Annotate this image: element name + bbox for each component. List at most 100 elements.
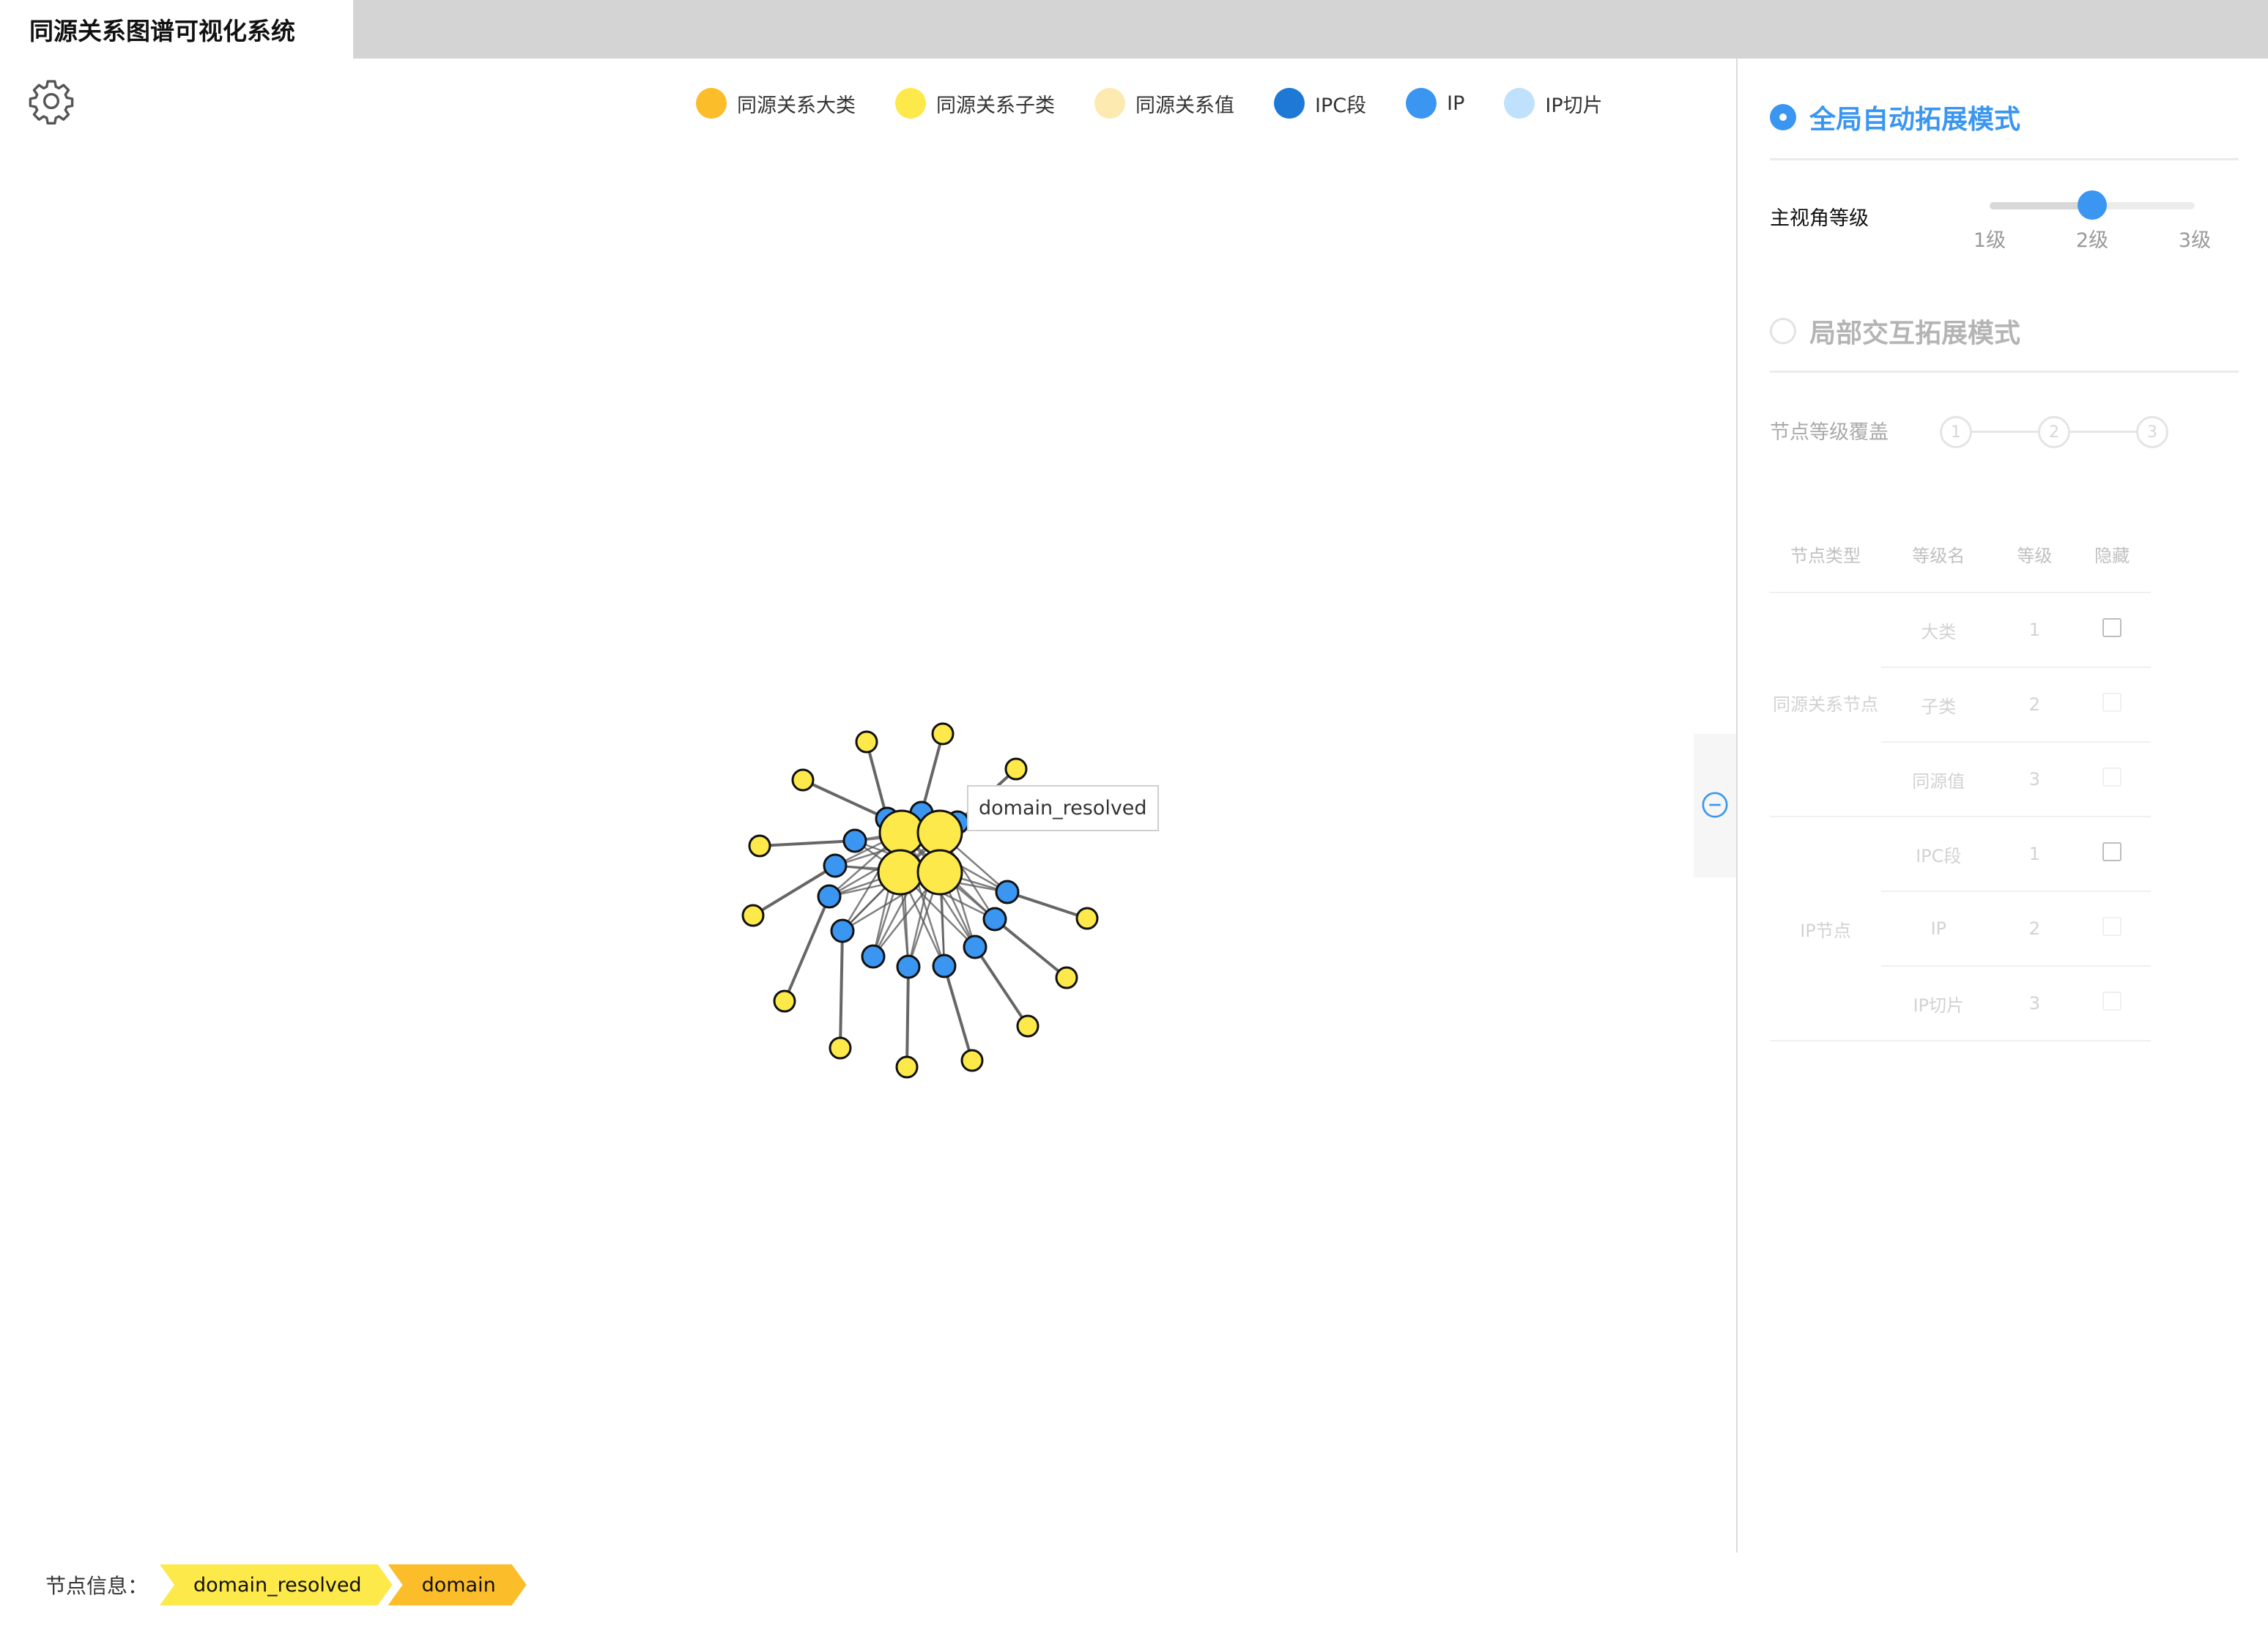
hide-cell — [2073, 592, 2151, 668]
top-bar: 同源关系图谱可视化系统 — [0, 0, 2268, 59]
hide-cell — [2073, 742, 2151, 817]
coverage-step-1[interactable]: 1 — [1940, 416, 1972, 448]
graph-node-ip[interactable] — [995, 880, 1020, 904]
level-name-cell: IPC段 — [1881, 817, 1996, 892]
graph-node-ip[interactable] — [817, 884, 842, 909]
graph-edge — [783, 896, 831, 1002]
local-mode-label: 局部交互拓展模式 — [1809, 319, 2021, 349]
graph-node-hub[interactable] — [877, 849, 924, 896]
relationship-graph[interactable] — [0, 59, 1743, 1567]
node-info-chip-type[interactable]: domain_resolved — [160, 1564, 393, 1605]
settings-panel: 全局自动拓展模式 主视角等级 1级 2级 3级 局部交互拓展模式 节点等级覆盖 … — [1736, 59, 2268, 1553]
level-name-cell: IP切片 — [1881, 966, 1996, 1041]
graph-node-leaf[interactable] — [931, 722, 955, 746]
graph-edge — [839, 930, 844, 1049]
hide-cell — [2073, 817, 2151, 892]
divider — [1770, 371, 2239, 373]
coverage-label: 节点等级覆盖 — [1770, 421, 1889, 444]
local-mode-radio[interactable] — [1770, 318, 1796, 344]
global-mode-option[interactable]: 全局自动拓展模式 — [1770, 98, 2020, 136]
graph-node-ip[interactable] — [842, 828, 867, 853]
main-level-slider[interactable] — [1990, 190, 2195, 220]
graph-node-ip[interactable] — [823, 853, 848, 878]
header-node-type: 节点类型 — [1770, 516, 1881, 593]
graph-node-ip[interactable] — [963, 935, 987, 959]
main-level-label: 主视角等级 — [1770, 207, 1869, 230]
app-title-tab[interactable]: 同源关系图谱可视化系统 — [0, 0, 353, 59]
graph-node-ip[interactable] — [861, 944, 886, 969]
hide-cell — [2073, 966, 2151, 1041]
node-tooltip: domain_resolved — [967, 785, 1159, 831]
graph-node-leaf[interactable] — [791, 768, 815, 792]
graph-edge — [993, 918, 1068, 979]
graph-node-leaf[interactable] — [748, 834, 771, 858]
level-name-cell: 子类 — [1881, 667, 1996, 743]
level-cell: 2 — [1995, 667, 2074, 743]
graph-edge — [920, 733, 944, 814]
level-cell: 3 — [1995, 742, 2074, 817]
coverage-step-2[interactable]: 2 — [2038, 416, 2070, 448]
graph-node-ip[interactable] — [896, 954, 921, 979]
level-cell: 2 — [1995, 891, 2074, 967]
coverage-step-3[interactable]: 3 — [2136, 416, 2168, 448]
graph-edge — [974, 946, 1029, 1028]
hide-checkbox — [2102, 768, 2122, 787]
graph-node-ip[interactable] — [932, 954, 957, 978]
graph-node-ip[interactable] — [982, 907, 1007, 932]
node-info-chip-category[interactable]: domain — [388, 1564, 527, 1605]
slider-fill — [1990, 202, 2092, 209]
collapse-minus-icon — [1702, 792, 1728, 818]
graph-node-ip[interactable] — [830, 918, 855, 943]
hide-checkbox[interactable] — [2102, 618, 2122, 637]
graph-node-leaf[interactable] — [1004, 757, 1028, 781]
slider-handle[interactable] — [2078, 190, 2107, 220]
panel-collapse-toggle[interactable] — [1694, 734, 1736, 877]
graph-node-hub[interactable] — [916, 809, 963, 856]
hide-cell — [2073, 667, 2151, 743]
slider-mark-level-2[interactable]: 2级 — [2076, 224, 2108, 253]
level-name-cell: 同源值 — [1881, 742, 1996, 817]
header-hide: 隐藏 — [2073, 516, 2151, 593]
app-title: 同源关系图谱可视化系统 — [29, 17, 295, 45]
node-type-cell: 同源关系节点 — [1770, 592, 1881, 817]
node-type-cell: IP节点 — [1770, 817, 1881, 1041]
local-mode-option[interactable]: 局部交互拓展模式 — [1770, 312, 2020, 350]
graph-node-leaf[interactable] — [1055, 966, 1078, 989]
node-level-table: 节点类型 等级名 等级 隐藏 同源关系节点 大类 1 子类 2 同源值 3 IP… — [1770, 516, 2151, 1041]
graph-node-leaf[interactable] — [741, 904, 765, 927]
hide-checkbox — [2102, 917, 2122, 936]
hide-checkbox — [2102, 693, 2122, 712]
hide-checkbox[interactable] — [2102, 842, 2122, 861]
global-mode-label: 全局自动拓展模式 — [1809, 105, 2021, 135]
graph-node-hub[interactable] — [916, 849, 963, 896]
graph-node-leaf[interactable] — [1016, 1014, 1040, 1038]
global-mode-radio[interactable] — [1770, 104, 1796, 130]
table-row: IP节点 IPC段 1 — [1770, 817, 2151, 1041]
graph-node-leaf[interactable] — [895, 1055, 919, 1079]
table-row: 同源关系节点 大类 1 — [1770, 592, 2151, 817]
graph-nodes[interactable] — [741, 722, 1099, 1079]
divider — [1770, 158, 2239, 160]
level-cell: 1 — [1995, 817, 2074, 892]
header-level: 等级 — [1995, 516, 2074, 593]
level-cell: 1 — [1995, 592, 2074, 668]
hide-checkbox — [2102, 992, 2122, 1011]
node-info-label: 节点信息： — [45, 1574, 149, 1598]
graph-node-leaf[interactable] — [773, 989, 796, 1013]
graph-edge — [802, 779, 888, 820]
level-cell: 3 — [1995, 966, 2074, 1041]
slider-mark-level-3[interactable]: 3级 — [2179, 224, 2211, 253]
header-level-name: 等级名 — [1881, 516, 1996, 593]
graph-edge — [943, 965, 974, 1061]
slider-mark-level-1[interactable]: 1级 — [1974, 224, 2006, 253]
node-info-breadcrumb: 节点信息： domain_resolved domain — [45, 1564, 522, 1605]
graph-node-leaf[interactable] — [960, 1049, 984, 1072]
graph-edge — [905, 966, 910, 1068]
graph-node-leaf[interactable] — [1075, 907, 1099, 930]
graph-edge — [759, 839, 856, 847]
hide-cell — [2073, 891, 2151, 967]
graph-edge — [1007, 891, 1088, 920]
graph-node-leaf[interactable] — [855, 730, 878, 754]
level-name-cell: IP — [1881, 891, 1996, 967]
graph-node-leaf[interactable] — [829, 1036, 852, 1060]
